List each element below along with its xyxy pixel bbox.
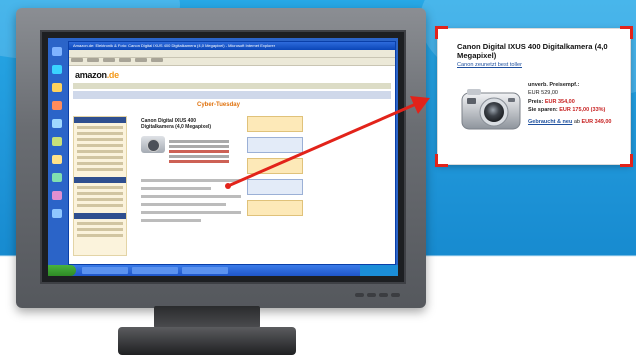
callout-price-info: unverb. Preisempf.: EUR 529,00 Preis: EU… [528, 81, 624, 126]
camera-image[interactable] [458, 81, 524, 139]
price-label: Preis: [528, 98, 544, 105]
zoom-callout: Canon Digital IXUS 400 Digitalkamera (4,… [435, 26, 633, 167]
callout-product-title: Canon Digital IXUS 400 Digitalkamera (4,… [457, 42, 608, 60]
callout-corner [620, 26, 633, 39]
callout-corner [435, 26, 448, 39]
callout-brand-link[interactable]: Canon zeunetzt best toller [457, 62, 522, 68]
savings-label: Sie sparen: [528, 106, 558, 113]
callout-corner [435, 154, 448, 167]
callout-corner [620, 154, 633, 167]
savings-value: EUR 175,00 (33%) [559, 106, 606, 113]
price-value: EUR 354,00 [544, 98, 575, 105]
used-suffix: ab [573, 119, 580, 126]
list-price-label: unverb. Preisempf.: [528, 82, 580, 88]
list-price-value: EUR 529,00 [528, 90, 558, 97]
used-new-link[interactable]: Gebraucht & neu [528, 119, 572, 125]
used-price: EUR 349,00 [581, 119, 612, 126]
